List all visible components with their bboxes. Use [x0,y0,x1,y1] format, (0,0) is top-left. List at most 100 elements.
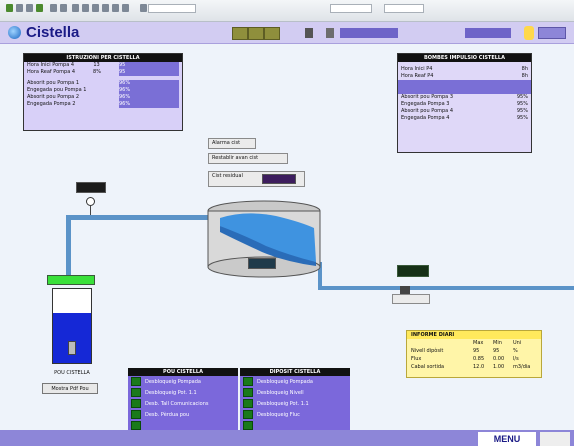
menu-button[interactable]: MENU [478,432,536,446]
instruction-row-v1: 8% [93,69,101,75]
reset-button[interactable]: Restablir avan cist [208,153,288,164]
report-row-label: Flux [411,356,422,362]
pump-row: Hora Reaf P4 8h [398,73,531,80]
report-row-min: 95 [493,348,500,354]
pump-row [398,87,531,94]
instruction-row-label: Engegada Pompa 2 [27,101,76,107]
col-max: Max [473,340,484,346]
pump-row-label: Hora Inici P4 [401,66,433,72]
header-button-c[interactable] [264,27,280,40]
favorites-icon[interactable] [50,4,57,12]
report-row: Flux 0.85 0.00 l/s [407,355,541,363]
instruction-row-label: Hora Inici Pompa 4 [27,62,75,68]
instruction-row-label: Hora Reaf Pompa 4 [27,69,76,75]
well-tank-label: POU CISTELLA [54,370,90,376]
deposit-control-item[interactable]: Desbloqueig Nivell [240,387,350,398]
well-control-item[interactable]: Desbloqueig Pompada [128,376,238,387]
well-control-item-label: Desb. Pèrdua pou [145,411,190,418]
mail-icon[interactable] [72,4,79,12]
date-field [465,28,511,38]
well-control-item[interactable]: Desbloqueig Pot. 1.1 [128,387,238,398]
report-row-label: Cabal sortida [411,364,445,370]
status-led-icon [243,421,253,430]
col-min: Min [493,340,502,346]
status-led-icon [131,399,141,408]
back-icon[interactable] [6,4,13,12]
well-control-item-label: Desbloqueig Pot. 1.1 [145,389,197,396]
settings-icon[interactable] [112,4,119,12]
instructions-panel-title: ISTRUZIONI PER CISTELLA [24,54,182,62]
instructions-panel: ISTRUZIONI PER CISTELLA Hora Inici Pompa… [23,53,183,131]
consigna-label: Cist residual [212,173,243,179]
status-led-icon [131,388,141,397]
app-logo-icon [8,26,21,39]
pump-row [398,80,531,87]
gauge-stem [90,206,91,215]
pumps-panel: BOMBES IMPULSIO CISTELLA Hora Inici P4 8h… [397,53,532,153]
report-row-max: 95 [473,348,480,354]
well-control-item-label: Desbloqueig Pompada [145,378,201,385]
pressure-gauge-icon [86,197,95,206]
pump-row-label: Absorit pou Pompa 4 [401,108,454,114]
status-led-icon [243,377,253,386]
instruction-row-value: 96% [119,94,179,101]
daily-report-panel: INFORME DIARI Max Min Uni Nivell dipòsit… [406,330,542,378]
refresh-icon[interactable] [26,4,33,12]
history-icon[interactable] [60,4,67,12]
valve-icon[interactable] [400,286,410,294]
header-button-a[interactable] [232,27,248,40]
report-row-min: 0.00 [493,356,505,362]
report-row-unit: m3/dia [513,364,531,370]
instruction-row-label: Absorit pou Pompa 2 [27,94,80,100]
report-row-unit: % [513,348,518,354]
status-led-icon [243,388,253,397]
instruction-row: Engegada pou Pompa 1 96% [24,87,182,94]
alarm-button[interactable]: Alarma cist [208,138,256,149]
instruction-row: Hora Inici Pompa 4 13 95 [24,62,182,69]
status-led-icon [131,421,141,430]
instruction-row-value: 96% [119,80,179,87]
home-icon[interactable] [36,4,43,12]
print-icon[interactable] [82,4,89,12]
instruction-row: Absorit pou Pompa 2 96% [24,94,182,101]
deposit-control-item[interactable]: Desbloqueig Pompada [240,376,350,387]
well-tank [52,288,92,364]
well-water [53,313,91,363]
tools-icon[interactable] [102,4,109,12]
pump-row-value: 95% [516,94,528,100]
deposit-control-item[interactable]: Desbloqueig Pot. 1.1 [240,398,350,409]
header-button-b[interactable] [248,27,264,40]
deposit-control-item-label: Desbloqueig Nivell [257,389,304,396]
pump-row: Engegada Pompa 3 95% [398,101,531,108]
address-field[interactable] [148,4,196,13]
col-unit: Uni [513,340,522,346]
exit-button[interactable] [538,27,566,39]
tank-level-display [248,258,276,269]
report-row-min: 1.00 [493,364,505,370]
deposit-control-item-label: Desbloqueig Fluc [257,411,300,418]
zoom-field[interactable] [384,4,424,13]
well-control-item[interactable]: Desb. Tall Comunicacions [128,398,238,409]
pump-row: Absorit pou Pompa 3 95% [398,94,531,101]
browser-toolbar [0,0,574,22]
report-row-max: 0.85 [473,356,485,362]
status-led-icon [243,399,253,408]
menu-extra-button[interactable] [540,432,570,446]
search-field[interactable] [330,4,372,13]
user-field [340,28,398,38]
alarm-bell-icon[interactable] [524,26,534,40]
instruction-row-value: 96% [118,87,179,94]
forward-icon[interactable] [16,4,23,12]
deposit-control-item[interactable]: Desbloqueig Fluc [240,409,350,420]
valve-label [392,294,430,304]
flag-icon[interactable] [122,4,129,12]
consigna-display [262,174,296,184]
well-controls-title: POU CISTELLA [128,368,238,376]
well-control-item[interactable]: Desb. Pèrdua pou [128,409,238,420]
instruction-row-v1: 13 [93,62,100,68]
report-row: Cabal sortida 12.0 1.00 m3/dia [407,363,541,371]
report-row-max: 12.0 [473,364,485,370]
link-icon[interactable] [140,4,147,12]
well-pdf-button[interactable]: Mostra Pdf Pou [42,383,98,394]
edit-icon[interactable] [92,4,99,12]
